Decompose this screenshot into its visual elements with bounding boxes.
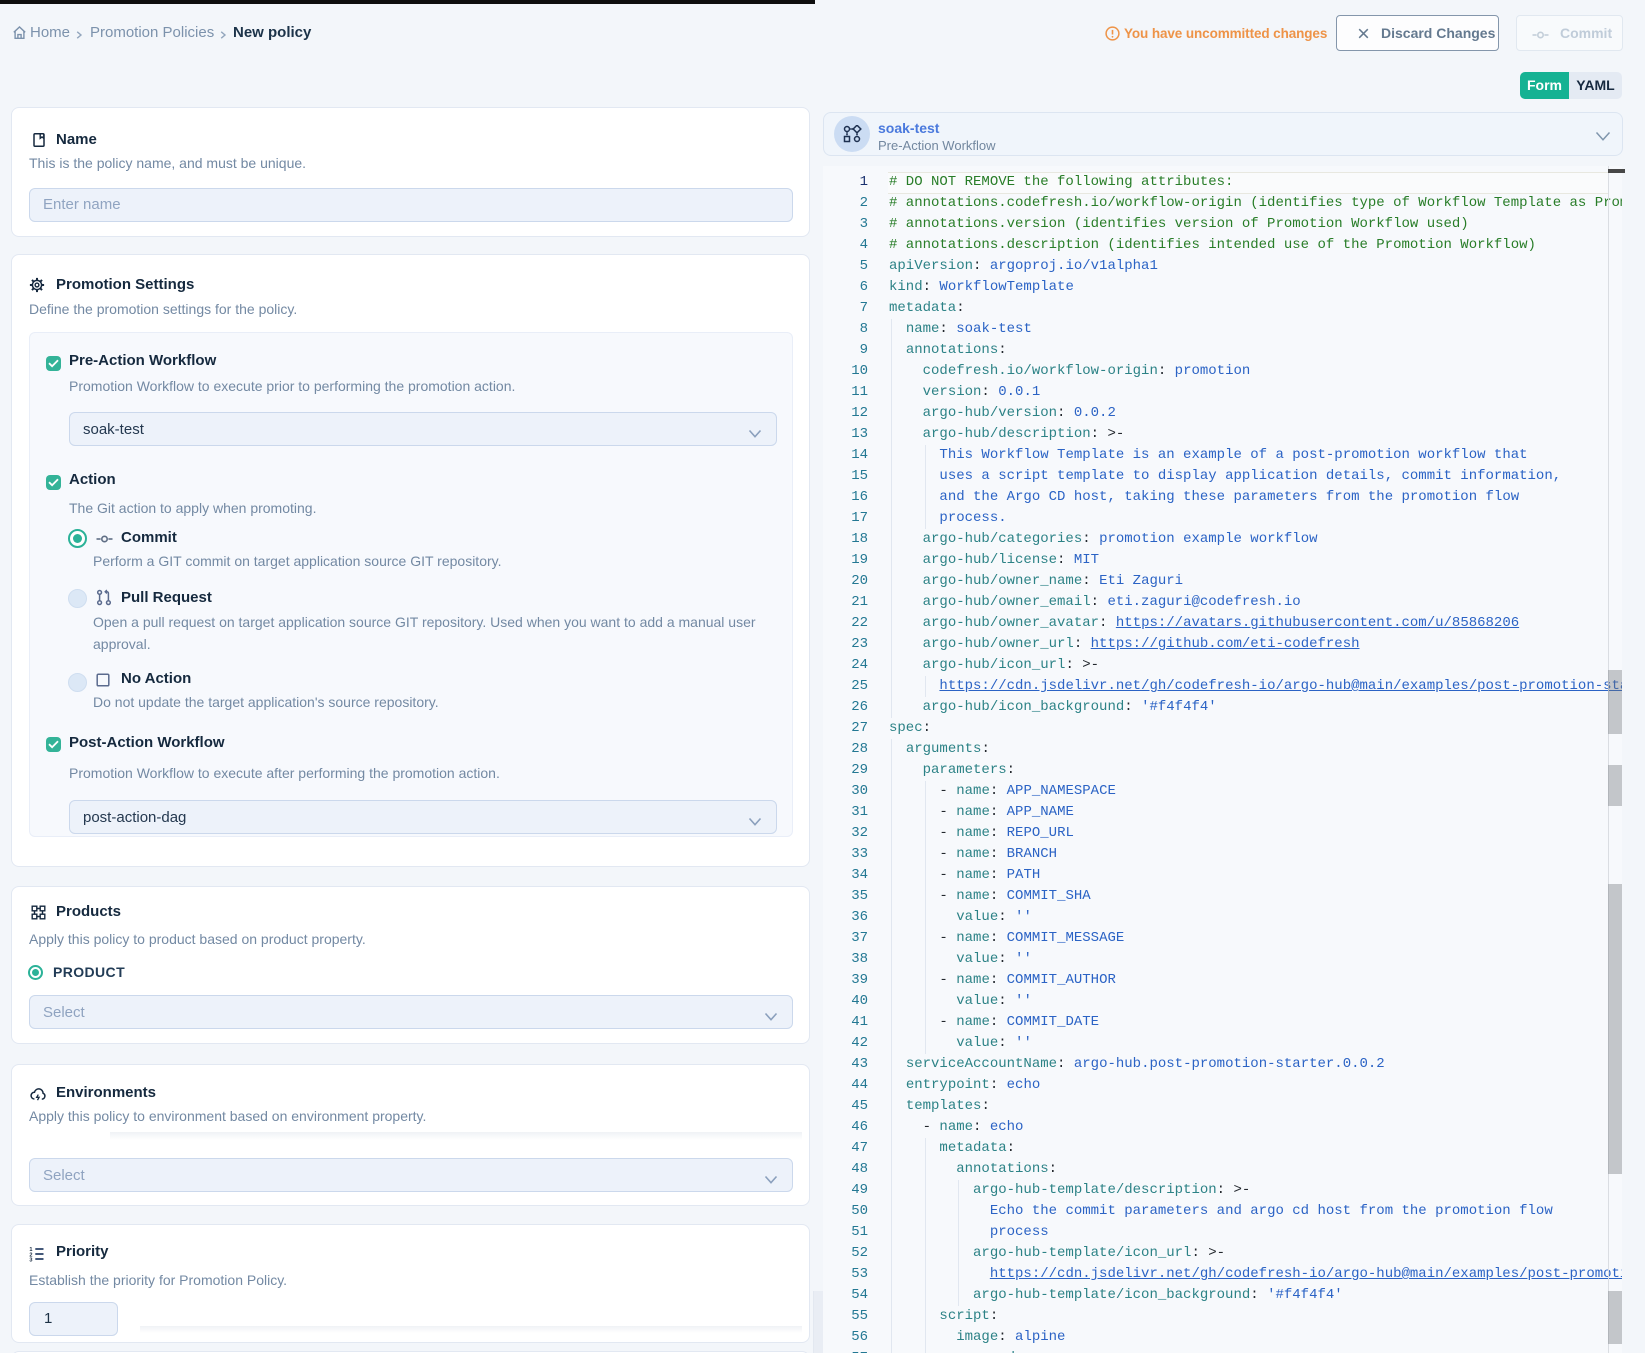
svg-text:3: 3 (29, 1258, 32, 1262)
